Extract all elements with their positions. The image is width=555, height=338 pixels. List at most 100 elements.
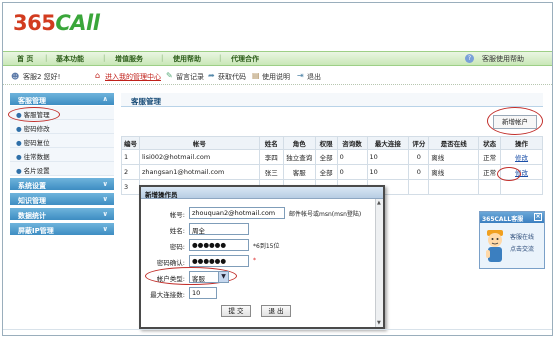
cell-permission: 全部 (314, 164, 338, 180)
account-label: 帐号: (169, 211, 185, 219)
cell-score: 0 (408, 149, 430, 165)
chevron-down-icon: ∨ (102, 225, 108, 233)
confirm-password-input[interactable]: ●●●●●● (189, 255, 249, 267)
column-header: 权限 (314, 136, 338, 150)
cell-role: 客服 (282, 164, 316, 180)
column-header: 是否在线 (428, 136, 480, 150)
sidebar-group-stats[interactable]: 数据统计 ∨ (10, 208, 114, 221)
cell-role: 独立查询 (282, 149, 316, 165)
user-bar: ☻ 客服2 您好! ⌂ 进入我的管理中心 ✎ 留言记录 ➦ 获取代码 ▤ 使用说… (3, 67, 552, 85)
submit-button[interactable]: 提 交 (221, 305, 251, 317)
cell-account: lisi002@hotmail.com (138, 149, 260, 165)
sidebar-item-password-change[interactable]: ● 密码修改 (10, 120, 114, 134)
sidebar-group-ip[interactable]: 屏蔽IP管理 ∨ (10, 223, 114, 236)
pen-icon: ✎ (166, 71, 173, 80)
bullet-icon: ● (16, 139, 22, 147)
nav-help[interactable]: 使用帮助 (173, 54, 201, 64)
nav-sep: | (219, 54, 222, 62)
name-input[interactable]: 周全 (189, 223, 249, 235)
highlight-circle (8, 107, 60, 122)
cell-action (500, 179, 543, 195)
chevron-down-icon[interactable]: ▼ (218, 272, 228, 282)
manage-center-link[interactable]: 进入我的管理中心 (105, 72, 161, 82)
help-icon: ? (465, 54, 474, 63)
sidebar-group-system[interactable]: 系统设置 ∨ (10, 178, 114, 191)
password-input[interactable]: ●●●●●● (189, 239, 249, 251)
header: 365CAll (3, 3, 552, 51)
add-account-button[interactable]: 新增帐户 (493, 115, 537, 129)
sidebar-item-password-reset[interactable]: ● 密码复位 (10, 134, 114, 148)
messages-link[interactable]: 留言记录 (176, 72, 204, 82)
cell-id: 3 (121, 179, 140, 195)
account-input[interactable]: zhouquan2@hotmail.com (189, 207, 285, 219)
account-type-select[interactable]: 客服 ▼ (189, 271, 229, 283)
logo[interactable]: 365CAll (13, 11, 100, 35)
cell-online: 离线 (428, 149, 480, 165)
divider (3, 329, 552, 330)
edit-link[interactable]: 修改 (515, 154, 528, 162)
chevron-down-icon: ∨ (102, 195, 108, 203)
greeting: 客服2 您好! (23, 73, 61, 81)
column-header: 咨询数 (336, 136, 368, 150)
sidebar-group-label: 知识管理 (18, 197, 46, 205)
nav-basic[interactable]: 基本功能 (56, 54, 84, 64)
nav-agent[interactable]: 代理合作 (231, 54, 259, 64)
sidebar-item-label: 密码修改 (23, 125, 50, 133)
account-row: 帐号: zhouquan2@hotmail.com 邮件帐号或msn(msn登陆… (141, 207, 381, 220)
cell-score: 0 (408, 164, 430, 180)
maxconn-input[interactable]: 10 (189, 287, 217, 299)
book-icon: ▤ (252, 71, 260, 80)
confirm-row: 密码确认: ●●●●●● * (141, 255, 381, 268)
bullet-icon: ● (16, 125, 22, 133)
cell-id: 1 (121, 149, 140, 165)
maxconn-row: 最大连接数: 10 (141, 287, 381, 300)
highlight-circle (497, 167, 521, 181)
quit-button[interactable]: 退 出 (261, 305, 291, 317)
scroll-up-icon[interactable]: ▲ (377, 200, 381, 206)
cell-name: 张三 (258, 164, 284, 180)
column-header: 姓名 (258, 136, 284, 150)
logo-number: 365 (13, 11, 56, 35)
exit-icon: ⇥ (297, 71, 304, 80)
sidebar-group-service[interactable]: 客服管理 ∧ (10, 93, 114, 106)
cell-permission: 全部 (314, 149, 338, 165)
column-header: 角色 (282, 136, 316, 150)
chat-header: 365CALL客服 × (480, 212, 544, 223)
cell-name: 李四 (258, 149, 284, 165)
sidebar-item-label: 名片设置 (23, 167, 50, 175)
service-help-link[interactable]: 客服使用帮助 (482, 54, 524, 64)
get-code-link[interactable]: 获取代码 (218, 72, 246, 82)
close-icon[interactable]: × (534, 213, 542, 221)
column-header: 操作 (500, 136, 543, 150)
sidebar-item-history[interactable]: ● 往常数据 (10, 148, 114, 162)
logout-link[interactable]: 退出 (307, 72, 321, 82)
scroll-down-icon[interactable]: ▼ (377, 320, 381, 326)
password-label: 密码: (169, 243, 185, 251)
arrow-icon: ➦ (208, 71, 215, 80)
chat-title: 365CALL客服 (482, 216, 524, 223)
column-header: 评分 (408, 136, 430, 150)
dialog-title: 新增操作员 (141, 187, 383, 199)
agent-avatar-icon (486, 230, 503, 262)
cell-id: 2 (121, 164, 140, 180)
cell-action: 修改 (500, 149, 543, 165)
chat-widget[interactable]: 365CALL客服 × 客服在线 点击交流 (479, 211, 545, 269)
logo-brand: CAll (55, 11, 100, 35)
instructions-link[interactable]: 使用说明 (262, 72, 290, 82)
chat-line-click: 点击交流 (510, 246, 535, 253)
add-operator-dialog: 新增操作员 ▲ ▼ 帐号: zhouquan2@hotmail.com 邮件帐号… (139, 185, 385, 329)
table-header-row: 编号 帐号 姓名 角色 权限 咨询数 最大连接 评分 是否在线 状态 操作 (121, 136, 543, 150)
sidebar-group-knowledge[interactable]: 知识管理 ∨ (10, 193, 114, 206)
column-header: 最大连接 (366, 136, 410, 150)
nav-value-added[interactable]: 增值服务 (115, 54, 143, 64)
cell-consult: 0 (336, 149, 368, 165)
cell-score (408, 179, 430, 195)
sidebar-item-label: 往常数据 (23, 153, 50, 161)
sidebar-item-card[interactable]: ● 名片设置 (10, 162, 114, 176)
maxconn-label: 最大连接数: (150, 291, 185, 299)
nav-home[interactable]: 首 页 (17, 54, 33, 64)
column-header: 编号 (121, 136, 140, 150)
cell-online: 离线 (428, 164, 480, 180)
table-row: 2 zhangsan1@hotmail.com 张三 客服 全部 0 10 0 … (121, 164, 543, 180)
home-icon: ⌂ (95, 71, 101, 80)
